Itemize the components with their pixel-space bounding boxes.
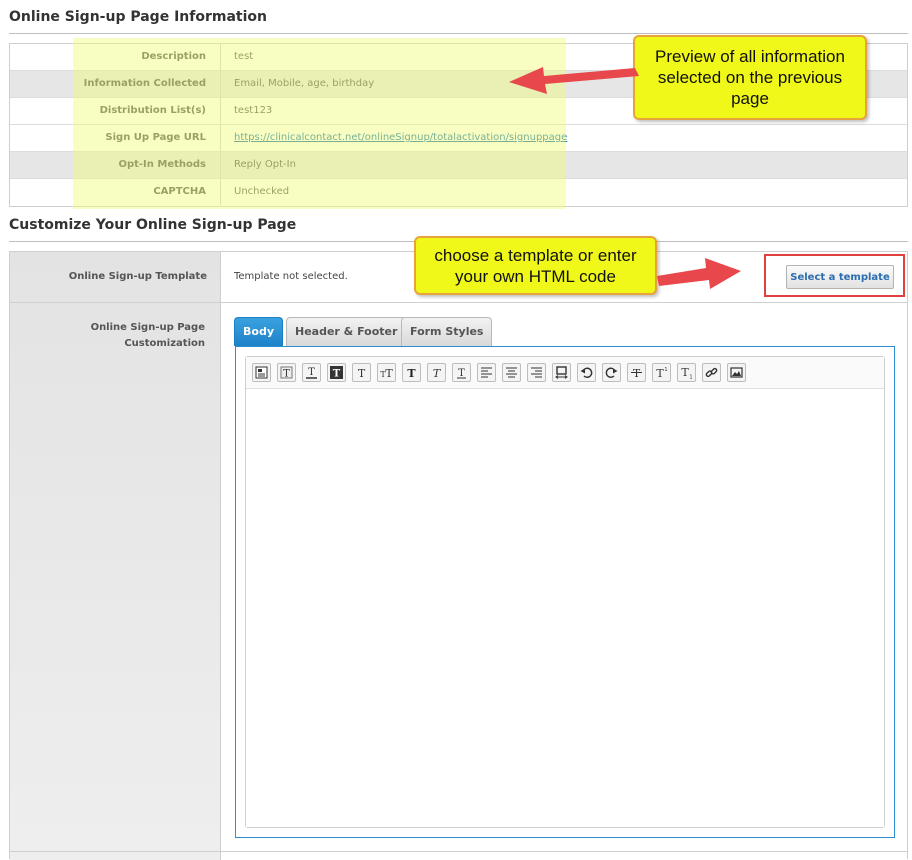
template-callout: choose a template or enter your own HTML…: [414, 236, 657, 295]
info-label: Sign Up Page URL: [10, 125, 221, 151]
customize-section-title: Customize Your Online Sign-up Page: [9, 217, 297, 233]
svg-text:1: 1: [689, 375, 692, 380]
row-divider: [10, 302, 907, 303]
redo-icon[interactable]: [602, 363, 621, 382]
info-label: CAPTCHA: [10, 179, 221, 205]
info-label: Opt-In Methods: [10, 152, 221, 178]
align-center-icon[interactable]: [502, 363, 521, 382]
tab-form-styles[interactable]: Form Styles: [401, 317, 493, 346]
svg-text:T: T: [283, 369, 290, 380]
template-status: Template not selected.: [234, 271, 348, 282]
source-icon[interactable]: [252, 363, 271, 382]
svg-text:T: T: [433, 367, 442, 379]
signup-url-link[interactable]: https://clinicalcontact.net/onlineSignup…: [234, 132, 567, 143]
info-row-signup-url: Sign Up Page URL https://clinicalcontact…: [10, 125, 907, 152]
resize-icon[interactable]: [552, 363, 571, 382]
info-row-opt-in-methods: Opt-In Methods Reply Opt-In: [10, 152, 907, 179]
superscript-icon[interactable]: T1: [652, 363, 671, 382]
subscript-icon[interactable]: T1: [677, 363, 696, 382]
svg-text:T: T: [333, 369, 341, 380]
info-row-captcha: CAPTCHA Unchecked: [10, 179, 907, 206]
svg-text:T: T: [385, 367, 393, 379]
font-size-icon[interactable]: TT: [377, 363, 396, 382]
bold-box-icon[interactable]: T: [327, 363, 346, 382]
svg-text:T: T: [656, 367, 664, 379]
info-value: test123: [234, 105, 273, 116]
svg-text:T: T: [407, 367, 416, 379]
customization-label: Online Sign-up Page Customization: [10, 320, 205, 352]
link-icon[interactable]: [702, 363, 721, 382]
info-value: Unchecked: [234, 186, 290, 197]
svg-text:T: T: [458, 368, 465, 379]
align-left-icon[interactable]: [477, 363, 496, 382]
row-divider: [10, 851, 907, 852]
html-editor-area[interactable]: [246, 390, 884, 827]
preview-callout: Preview of all information selected on t…: [633, 35, 867, 120]
info-value: Reply Opt-In: [234, 159, 296, 170]
tab-body[interactable]: Body: [234, 317, 283, 346]
template-label: Online Sign-up Template: [68, 271, 207, 282]
tab-header-footer[interactable]: Header & Footer: [286, 317, 407, 346]
undo-icon[interactable]: [577, 363, 596, 382]
html-editor: T T T T TT T T T T 1 T 1: [245, 356, 885, 828]
underline-icon[interactable]: T: [452, 363, 471, 382]
text-icon[interactable]: T: [352, 363, 371, 382]
info-label: Distribution List(s): [10, 98, 221, 124]
customize-table: Online Sign-up Template Template not sel…: [9, 251, 908, 860]
svg-text:T: T: [681, 366, 689, 379]
info-label: Description: [10, 44, 221, 70]
svg-text:T: T: [308, 367, 315, 378]
svg-text:T: T: [358, 367, 366, 379]
info-section-title: Online Sign-up Page Information: [9, 9, 267, 25]
info-value: Email, Mobile, age, birthday: [234, 78, 375, 89]
italic-icon[interactable]: T: [427, 363, 446, 382]
svg-text:1: 1: [664, 367, 667, 373]
info-value: test: [234, 51, 254, 62]
select-template-button[interactable]: Select a template: [786, 265, 894, 289]
bold-icon[interactable]: T: [402, 363, 421, 382]
info-value: https://clinicalcontact.net/onlineSignup…: [234, 125, 567, 151]
editor-toolbar: T T T T TT T T T T 1 T 1: [246, 357, 884, 389]
align-right-icon[interactable]: [527, 363, 546, 382]
body-tab-panel: T T T T TT T T T T 1 T 1: [235, 346, 895, 838]
strikethrough-icon[interactable]: T: [627, 363, 646, 382]
customization-label-line2: Customization: [124, 338, 205, 349]
text-underline-style-icon[interactable]: T: [302, 363, 321, 382]
customization-label-line1: Online Sign-up Page: [90, 322, 205, 333]
info-label: Information Collected: [10, 71, 221, 97]
text-style-icon[interactable]: T: [277, 363, 296, 382]
section-divider: [9, 33, 908, 34]
image-icon[interactable]: [727, 363, 746, 382]
